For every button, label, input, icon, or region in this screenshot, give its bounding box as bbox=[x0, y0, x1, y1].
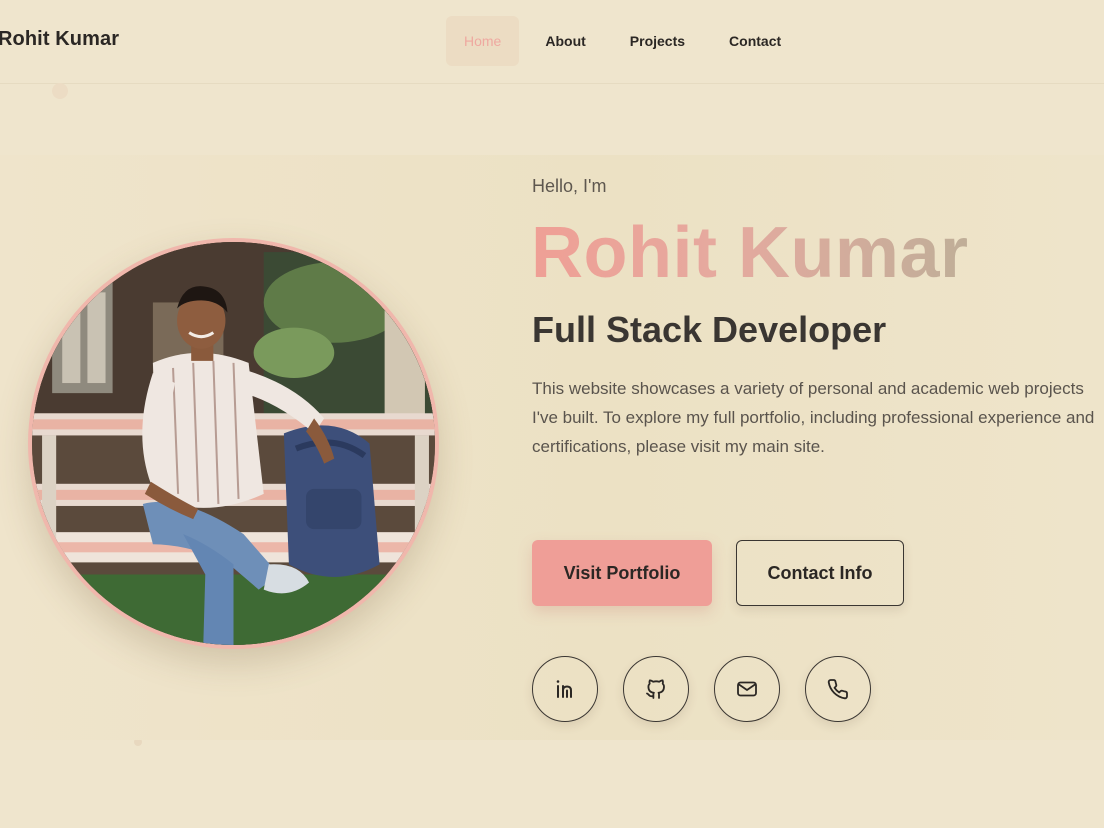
social-links bbox=[532, 656, 896, 722]
github-link[interactable] bbox=[623, 656, 689, 722]
phone-link[interactable] bbox=[805, 656, 871, 722]
decor-dot bbox=[52, 83, 68, 99]
hero-name: Rohit Kumar bbox=[531, 213, 969, 293]
github-icon bbox=[646, 679, 665, 699]
navbar: Rohit Kumar Home About Projects Contact bbox=[0, 0, 1104, 84]
profile-photo bbox=[32, 242, 435, 645]
nav-link-about[interactable]: About bbox=[527, 16, 603, 66]
hero-role: Full Stack Developer bbox=[532, 309, 887, 350]
nav-link-home[interactable]: Home bbox=[446, 16, 520, 66]
nav-link-projects[interactable]: Projects bbox=[612, 16, 703, 66]
contact-info-button[interactable]: Contact Info bbox=[736, 540, 904, 606]
nav-links: Home About Projects Contact bbox=[446, 16, 807, 66]
brand-logo-text[interactable]: Rohit Kumar bbox=[0, 28, 119, 51]
hero-bio: This website showcases a variety of pers… bbox=[532, 379, 1095, 456]
linkedin-icon bbox=[556, 680, 572, 698]
profile-photo-illustration bbox=[32, 242, 435, 645]
nav-link-contact[interactable]: Contact bbox=[711, 16, 799, 66]
page: Rohit Kumar Home About Projects Contact bbox=[0, 0, 1104, 828]
hero-greeting: Hello, I'm bbox=[532, 176, 607, 196]
phone-icon bbox=[827, 679, 848, 700]
visit-portfolio-button[interactable]: Visit Portfolio bbox=[532, 540, 712, 606]
mail-icon bbox=[737, 681, 757, 697]
linkedin-link[interactable] bbox=[532, 656, 598, 722]
email-link[interactable] bbox=[714, 656, 780, 722]
profile-photo-frame bbox=[28, 238, 439, 649]
